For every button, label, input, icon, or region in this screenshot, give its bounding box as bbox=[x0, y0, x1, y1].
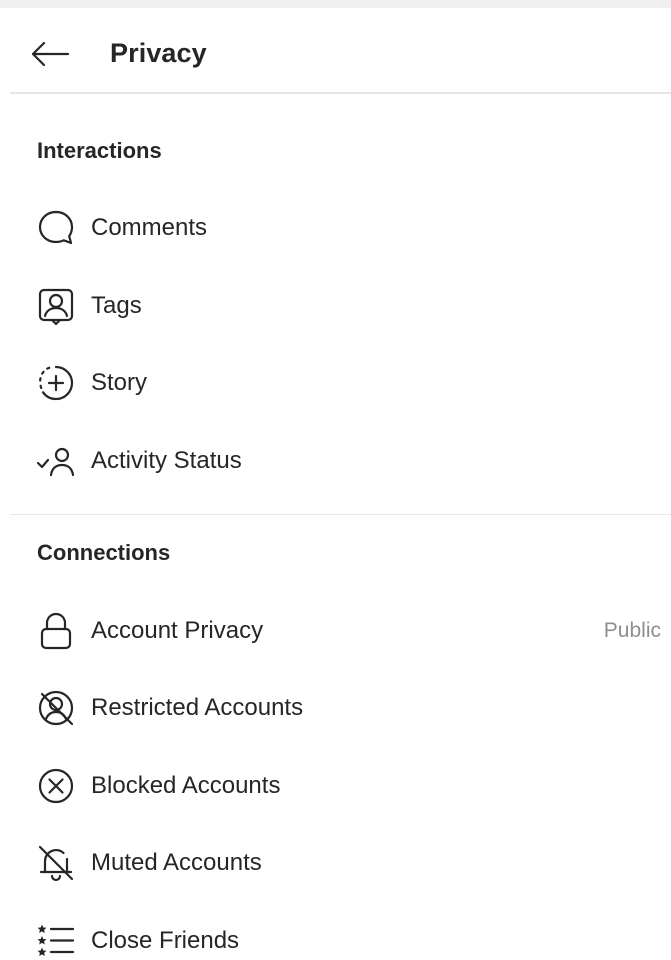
section-title-interactions: Interactions bbox=[37, 138, 162, 163]
close-friends-list-icon bbox=[34, 919, 78, 960]
menu-item-comments[interactable]: Comments bbox=[0, 198, 671, 258]
menu-item-label: Muted Accounts bbox=[91, 849, 262, 876]
menu-item-activity-status[interactable]: Activity Status bbox=[0, 431, 671, 491]
tag-person-icon bbox=[34, 284, 78, 328]
menu-item-account-privacy[interactable]: Account Privacy Public bbox=[0, 601, 671, 661]
menu-item-label: Account Privacy bbox=[91, 617, 264, 644]
header-bar: Privacy bbox=[10, 8, 671, 94]
back-button[interactable] bbox=[28, 36, 72, 72]
status-bar-strip bbox=[0, 0, 671, 8]
blocked-icon bbox=[34, 764, 78, 808]
menu-item-muted-accounts[interactable]: Muted Accounts bbox=[0, 833, 671, 893]
menu-item-label: Story bbox=[91, 369, 148, 396]
menu-item-story[interactable]: Story bbox=[0, 353, 671, 413]
story-add-icon bbox=[34, 361, 78, 405]
comment-bubble-icon bbox=[34, 206, 78, 250]
menu-item-tags[interactable]: Tags bbox=[0, 276, 671, 336]
account-privacy-value: Public bbox=[603, 619, 661, 642]
lock-icon bbox=[34, 609, 78, 653]
section-title-connections: Connections bbox=[37, 540, 171, 565]
page-title: Privacy bbox=[110, 38, 207, 68]
menu-item-restricted-accounts[interactable]: Restricted Accounts bbox=[0, 678, 671, 738]
menu-item-label: Restricted Accounts bbox=[91, 694, 304, 721]
menu-item-blocked-accounts[interactable]: Blocked Accounts bbox=[0, 756, 671, 816]
section-divider bbox=[10, 514, 671, 515]
menu-item-close-friends[interactable]: Close Friends bbox=[0, 911, 671, 960]
back-arrow-icon bbox=[31, 41, 70, 67]
restricted-icon bbox=[34, 686, 78, 730]
menu-item-label: Close Friends bbox=[91, 927, 240, 954]
activity-status-icon bbox=[34, 439, 78, 483]
menu-item-label: Activity Status bbox=[91, 447, 242, 474]
menu-item-label: Comments bbox=[91, 214, 208, 241]
menu-item-label: Blocked Accounts bbox=[91, 772, 281, 799]
menu-item-label: Tags bbox=[91, 292, 142, 319]
muted-bell-icon bbox=[34, 841, 78, 885]
